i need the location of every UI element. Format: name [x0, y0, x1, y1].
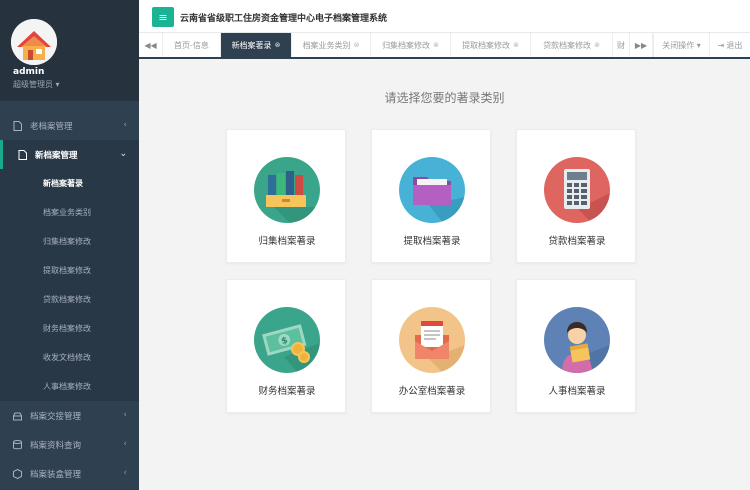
user-name[interactable]: admin [13, 67, 44, 77]
submenu-new-archive: 新档案著录 档案业务类别 归集档案修改 提取档案修改 贷款档案修改 财务档案修改… [0, 169, 139, 401]
card-label: 财务档案著录 [258, 386, 316, 397]
subitem-loan-edit[interactable]: 贷款档案修改 [0, 285, 139, 314]
tab-label: 新档案著录 [231, 40, 272, 50]
sidebar-item-label: 档案交接管理 [30, 411, 82, 422]
subitem-documents-edit[interactable]: 收发文档修改 [0, 343, 139, 372]
books-icon [254, 157, 320, 223]
tab-bar: ◀◀ 首页-信息 新档案著录 ⊗ 档案业务类别 ⊗ 归集档案修改 ⊗ 提取档案修… [139, 33, 750, 59]
sidebar-item-query[interactable]: 档案资料查询 ‹ [0, 430, 139, 459]
sidebar: admin 超级管理员 ▾ 老档案管理 ‹ 新档案管理 ⌄ 新档案著录 档案业务… [0, 0, 139, 490]
card-label: 办公室档案著录 [398, 386, 466, 397]
card-label: 归集档案著录 [258, 236, 316, 247]
tab-home[interactable]: 首页-信息 [163, 33, 221, 57]
money-icon: $ [254, 307, 320, 373]
tab-scroll-left-button[interactable]: ◀◀ [139, 33, 163, 57]
user-role-dropdown[interactable]: 超级管理员 ▾ [13, 79, 60, 90]
calculator-icon [544, 157, 610, 223]
subitem-collection-edit[interactable]: 归集档案修改 [0, 227, 139, 256]
chevron-left-icon: ‹ [123, 468, 127, 478]
profile-panel: admin 超级管理员 ▾ [0, 0, 139, 101]
close-icon[interactable]: ⊗ [513, 41, 519, 49]
card-personnel-archive[interactable]: 人事档案著录 [516, 279, 636, 413]
sidebar-item-label: 老档案管理 [30, 121, 73, 132]
folder-icon [399, 157, 465, 223]
sidebar-item-label: 档案装盒管理 [30, 469, 82, 480]
tab-label: 归集档案修改 [382, 40, 431, 50]
card-label: 提取档案著录 [403, 236, 461, 247]
card-office-archive[interactable]: 办公室档案著录 [371, 279, 491, 413]
subitem-personnel-edit[interactable]: 人事档案修改 [0, 372, 139, 401]
database-icon [13, 439, 22, 449]
chevron-down-icon: ⌄ [119, 149, 127, 159]
subitem-new-archive-entry[interactable]: 新档案著录 [0, 169, 139, 198]
subitem-withdrawal-edit[interactable]: 提取档案修改 [0, 256, 139, 285]
close-icon[interactable]: ⊗ [594, 41, 600, 49]
tab-withdrawal-edit[interactable]: 提取档案修改 ⊗ [451, 33, 531, 57]
tab-label: 贷款档案修改 [543, 40, 592, 50]
avatar[interactable] [11, 19, 57, 65]
chevron-left-icon: ‹ [123, 439, 127, 449]
close-icon[interactable]: ⊗ [354, 41, 360, 49]
sidebar-item-handover[interactable]: 档案交接管理 ‹ [0, 401, 139, 430]
card-label: 人事档案著录 [548, 386, 606, 397]
inbox-icon [13, 412, 22, 420]
person-icon [544, 307, 610, 373]
sidebar-menu: 老档案管理 ‹ 新档案管理 ⌄ 新档案著录 档案业务类别 归集档案修改 提取档案… [0, 111, 139, 488]
close-icon[interactable]: ⊗ [275, 41, 281, 49]
main-content: 请选择您要的著录类别 归集档案著录 提取档案著录 贷款档案著录 $ 财务档案著录… [139, 59, 750, 490]
menu-toggle-button[interactable]: ≡ [152, 7, 174, 27]
page-title: 请选择您要的著录类别 [384, 91, 505, 105]
tab-finance-edit[interactable]: 财 [613, 33, 629, 57]
tab-label: 档案业务类别 [302, 40, 351, 50]
tab-archive-category[interactable]: 档案业务类别 ⊗ [292, 33, 371, 57]
tab-label: 财 [617, 40, 625, 50]
sidebar-item-old-archive[interactable]: 老档案管理 ‹ [0, 111, 139, 140]
card-withdrawal-archive[interactable]: 提取档案著录 [371, 129, 491, 263]
chevron-left-icon: ‹ [123, 120, 127, 130]
sidebar-item-label: 档案资料查询 [30, 440, 82, 451]
box-icon [13, 468, 22, 479]
logout-button[interactable]: ⇥ 退出 [709, 33, 750, 57]
card-finance-archive[interactable]: $ 财务档案著录 [226, 279, 346, 413]
card-collection-archive[interactable]: 归集档案著录 [226, 129, 346, 263]
subitem-finance-edit[interactable]: 财务档案修改 [0, 314, 139, 343]
mail-icon [399, 307, 465, 373]
top-header: ≡ 云南省省级职工住房资金管理中心电子档案管理系统 [139, 0, 750, 33]
file-icon [18, 149, 27, 160]
sidebar-item-label: 新档案管理 [35, 150, 78, 161]
card-label: 贷款档案著录 [548, 236, 606, 247]
card-loan-archive[interactable]: 贷款档案著录 [516, 129, 636, 263]
subitem-archive-category[interactable]: 档案业务类别 [0, 198, 139, 227]
file-icon [13, 120, 22, 131]
sidebar-item-new-archive[interactable]: 新档案管理 ⌄ [0, 140, 139, 169]
tab-collection-edit[interactable]: 归集档案修改 ⊗ [371, 33, 451, 57]
sidebar-item-boxing[interactable]: 档案装盒管理 ‹ [0, 459, 139, 488]
tab-label: 提取档案修改 [462, 40, 511, 50]
app-title: 云南省省级职工住房资金管理中心电子档案管理系统 [180, 14, 388, 24]
tab-new-archive-entry[interactable]: 新档案著录 ⊗ [221, 33, 292, 57]
tab-loan-edit[interactable]: 贷款档案修改 ⊗ [531, 33, 613, 57]
chevron-left-icon: ‹ [123, 410, 127, 420]
close-icon[interactable]: ⊗ [433, 41, 439, 49]
tab-label: 首页-信息 [174, 40, 209, 50]
logout-icon: ⇥ [717, 40, 725, 50]
close-operations-dropdown[interactable]: 关闭操作 ▾ [653, 33, 709, 57]
tab-scroll-right-button[interactable]: ▶▶ [629, 33, 653, 57]
logout-label: 退出 [726, 40, 743, 50]
